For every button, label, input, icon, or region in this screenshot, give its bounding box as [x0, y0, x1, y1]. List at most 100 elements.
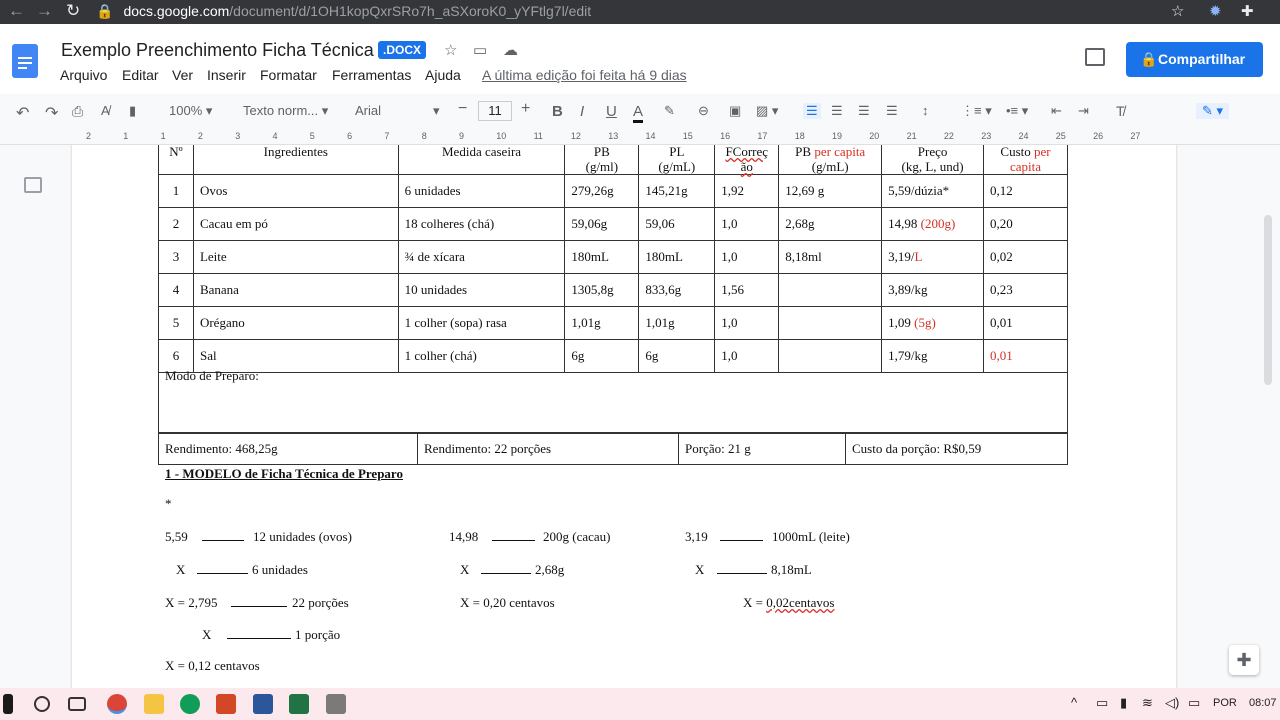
line-spacing-icon[interactable]: ↕: [922, 103, 929, 118]
yield-row: Rendimento: 468,25g Rendimento: 22 porçõ…: [158, 433, 1068, 465]
header-cell: PL (g/mL): [638, 145, 716, 175]
bold-icon[interactable]: B: [552, 103, 563, 120]
bookmark-star-icon[interactable]: ☆: [1171, 2, 1184, 20]
cloud-status-icon[interactable]: ☁: [503, 41, 518, 59]
justify-icon[interactable]: ☰: [886, 103, 898, 119]
numbered-list-icon[interactable]: ⋮≡ ▾: [961, 103, 992, 119]
menu-ver[interactable]: Ver: [172, 67, 193, 83]
explore-icon[interactable]: ✚: [1229, 645, 1259, 675]
wifi-icon[interactable]: ≋: [1142, 695, 1153, 711]
table-cell: 1,56: [714, 273, 780, 307]
ruler-number: 23: [981, 131, 992, 141]
table-cell: 1,92: [714, 174, 780, 208]
ruler-number: 21: [906, 131, 917, 141]
file-explorer-icon[interactable]: [144, 694, 164, 714]
edge-icon[interactable]: [180, 694, 200, 714]
document-page[interactable]: Nº Ingredientes Medida caseira PB (g/ml) …: [72, 145, 1176, 688]
calc-cacau-result: X = 0,20 centavos: [460, 595, 555, 610]
network-icon[interactable]: ▭: [1096, 695, 1108, 711]
print-icon[interactable]: ⎙: [72, 103, 83, 120]
document-title[interactable]: Exemplo Preenchimento Ficha Técnica: [61, 40, 374, 61]
editing-mode-icon[interactable]: ✎ ▾: [1196, 103, 1230, 119]
insert-image-icon[interactable]: ▨ ▾: [756, 103, 778, 119]
price-cell: 14,98 (200g): [881, 207, 985, 241]
share-button[interactable]: 🔒 Compartilhar: [1126, 42, 1263, 77]
font-size-input[interactable]: 11: [478, 101, 512, 121]
mic-icon[interactable]: ▮: [1120, 695, 1127, 711]
paint-format-icon[interactable]: ▮: [129, 103, 136, 119]
header-cell: PB per capita (g/mL): [778, 145, 883, 175]
price-cell: 3,19/L: [881, 240, 985, 274]
calc-blank-line: [720, 529, 763, 545]
back-icon[interactable]: ←: [8, 0, 25, 24]
document-outline-icon[interactable]: [24, 177, 42, 193]
link-icon[interactable]: ⊖: [698, 103, 709, 119]
style-select[interactable]: Texto norm... ▾: [243, 103, 328, 119]
price-cell: 1,09 (5g): [881, 306, 985, 340]
highlight-icon[interactable]: ✎: [664, 103, 675, 119]
table-cell: 2: [158, 207, 194, 241]
clock[interactable]: 08:07: [1249, 697, 1277, 709]
last-edit-link[interactable]: A última edição foi feita há 9 dias: [482, 67, 687, 83]
word-icon[interactable]: [253, 694, 273, 714]
star-icon[interactable]: ☆: [444, 41, 457, 59]
table-cell: Cacau em pó: [192, 207, 399, 241]
menu-formatar[interactable]: Formatar: [260, 67, 317, 83]
add-comment-icon[interactable]: ▣: [729, 103, 741, 119]
language-indicator[interactable]: POR: [1213, 697, 1237, 709]
ruler-number: 1: [123, 131, 129, 141]
extensions-puzzle-icon[interactable]: ✚: [1241, 2, 1254, 20]
powerpoint-icon[interactable]: [216, 694, 236, 714]
docs-logo-icon[interactable]: [12, 44, 38, 78]
table-row: 4 Banana 10 unidades 1305,8g 833,6g 1,56 3,89/…: [158, 273, 1068, 307]
align-right-icon[interactable]: ☰: [858, 103, 870, 119]
calculator-icon[interactable]: [326, 694, 346, 714]
decrease-indent-icon[interactable]: ⇤: [1051, 103, 1062, 119]
task-view-icon[interactable]: [68, 697, 86, 711]
volume-icon[interactable]: ◁): [1165, 695, 1179, 711]
menu-editar[interactable]: Editar: [122, 67, 159, 83]
vertical-scrollbar[interactable]: [1264, 215, 1272, 385]
italic-icon[interactable]: I: [580, 103, 584, 120]
excel-icon[interactable]: [289, 694, 309, 714]
clear-formatting-icon[interactable]: T̸: [1116, 103, 1125, 119]
ruler-number: 1: [160, 131, 166, 141]
underline-icon[interactable]: U: [606, 103, 617, 120]
text-color-icon[interactable]: A: [633, 103, 644, 123]
menu-arquivo[interactable]: Arquivo: [60, 67, 107, 83]
comments-icon[interactable]: [1085, 48, 1105, 66]
menu-ajuda[interactable]: Ajuda: [425, 67, 461, 83]
ruler[interactable]: 2 1 1 2 3 4 5 6 7 8 9 10 11 12 13 14 15 16 17 18 19 20 21 22 23 2…: [0, 129, 1280, 145]
formatting-toolbar: ↶ ↷ ⎙ A̸ ▮ 100% ▾ Texto norm... ▾ Arial ▾…: [0, 96, 1280, 128]
battery-icon[interactable]: ▭: [1188, 695, 1200, 711]
ruler-number: 6: [347, 131, 353, 141]
move-folder-icon[interactable]: ▭: [473, 41, 487, 59]
increase-indent-icon[interactable]: ⇥: [1078, 103, 1089, 119]
bulleted-list-icon[interactable]: •≡ ▾: [1006, 103, 1028, 119]
calc-ovos-price: 5,59: [165, 529, 188, 544]
header-cell: Medida caseira: [397, 145, 566, 175]
font-size-increase-icon[interactable]: +: [521, 100, 530, 118]
font-size-decrease-icon[interactable]: −: [458, 100, 467, 118]
zoom-select[interactable]: 100% ▾: [169, 103, 212, 119]
search-icon[interactable]: [34, 696, 50, 712]
align-center-icon[interactable]: ☰: [831, 103, 843, 119]
redo-icon[interactable]: ↷: [45, 103, 58, 123]
tray-chevron-icon[interactable]: ^: [1071, 695, 1077, 710]
undo-icon[interactable]: ↶: [16, 103, 29, 123]
menu-inserir[interactable]: Inserir: [207, 67, 246, 83]
windows-taskbar: ^ ▭ ▮ ≋ ◁) ▭ POR 08:07: [0, 688, 1280, 720]
table-header-row: Nº Ingredientes Medida caseira PB (g/ml) …: [158, 145, 1068, 175]
forward-icon[interactable]: →: [36, 0, 53, 24]
align-left-icon[interactable]: ☰: [803, 103, 821, 119]
reload-icon[interactable]: ↻: [66, 0, 80, 24]
font-select[interactable]: Arial ▾: [355, 103, 443, 118]
spellcheck-icon[interactable]: A̸: [101, 103, 110, 118]
extension-gear-icon[interactable]: ✹: [1209, 2, 1222, 20]
calc-cacau-qty: 200g (cacau): [543, 529, 611, 544]
calc-x: X: [695, 562, 705, 577]
address-bar[interactable]: 🔒 docs.google.com/document/d/1OH1kopQxrSR…: [96, 0, 1196, 24]
menu-ferramentas[interactable]: Ferramentas: [332, 67, 411, 83]
chrome-app-icon[interactable]: [107, 694, 127, 714]
start-icon[interactable]: [3, 694, 13, 714]
